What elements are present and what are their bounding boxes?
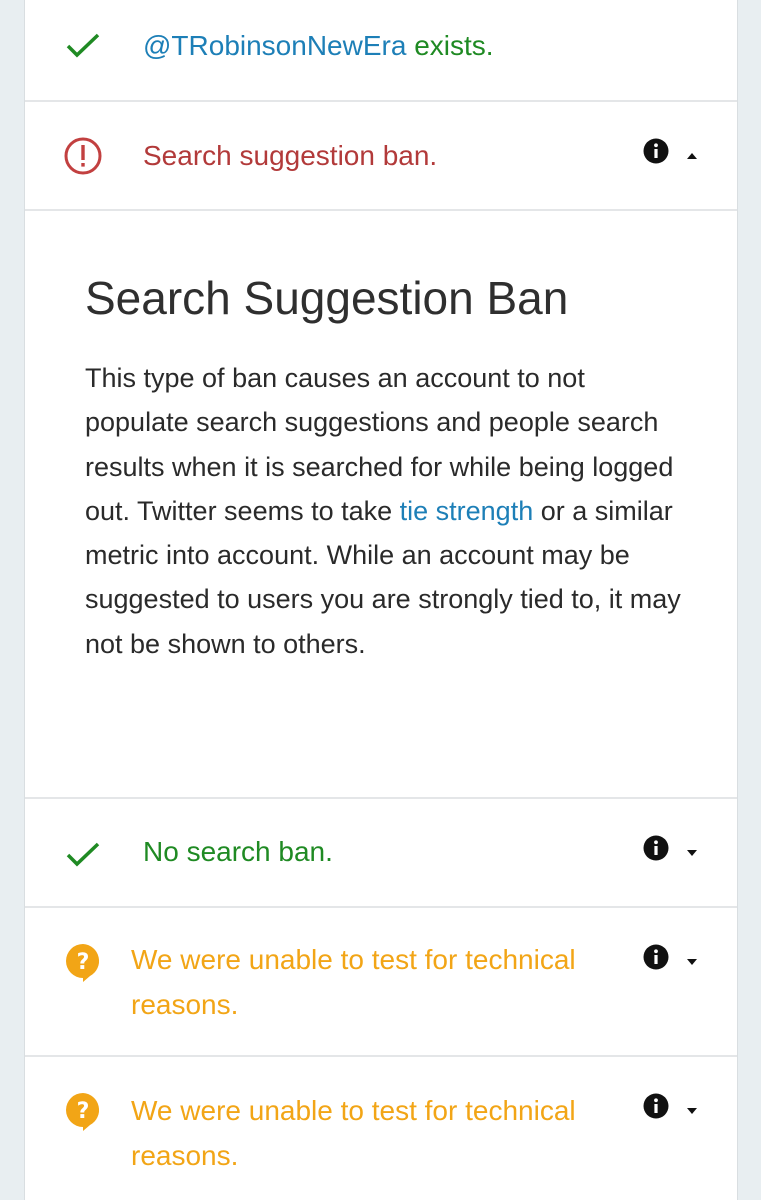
exclamation-circle-icon [63, 136, 103, 176]
info-icon[interactable] [643, 835, 669, 861]
unable-test-line-1: We were unable to test for technical [131, 944, 576, 975]
svg-text:?: ? [77, 1099, 90, 1124]
unable-test-line-2: reasons. [131, 1140, 239, 1171]
results-card: @TRobinsonNewEra exists. Search suggesti… [24, 0, 738, 1200]
info-icon[interactable] [643, 1093, 669, 1119]
question-bubble-icon: ? [63, 942, 103, 982]
suggestion-ban-row[interactable]: Search suggestion ban. [25, 102, 737, 211]
unable-test-row[interactable]: ? We were unable to test for technical r… [25, 908, 737, 1057]
checkmark-icon [63, 835, 103, 875]
exists-text: @TRobinsonNewEra exists. [143, 23, 494, 68]
caret-down-icon[interactable] [686, 844, 698, 856]
suggestion-ban-text: Search suggestion ban. [143, 140, 438, 171]
tie-strength-link[interactable]: tie strength [400, 496, 534, 526]
exists-label: exists. [406, 30, 494, 61]
exists-row: @TRobinsonNewEra exists. [25, 0, 737, 102]
caret-down-icon[interactable] [686, 953, 698, 965]
handle-link[interactable]: @TRobinsonNewEra [143, 30, 406, 61]
no-search-ban-text: No search ban. [143, 836, 333, 867]
question-bubble-icon: ? [63, 1091, 103, 1131]
panel-body: This type of ban causes an account to no… [85, 356, 695, 666]
unable-test-row-2[interactable]: ? We were unable to test for technical r… [25, 1057, 737, 1200]
no-search-ban-row[interactable]: No search ban. [25, 799, 737, 908]
checkmark-icon [63, 26, 103, 66]
svg-text:?: ? [77, 950, 90, 975]
info-icon[interactable] [643, 944, 669, 970]
unable-test-text-2: We were unable to test for technical rea… [131, 1088, 631, 1178]
unable-test-line-1: We were unable to test for technical [131, 1095, 576, 1126]
caret-up-icon[interactable] [686, 147, 698, 159]
caret-down-icon[interactable] [686, 1102, 698, 1114]
unable-test-line-2: reasons. [131, 989, 239, 1020]
info-icon[interactable] [643, 138, 669, 164]
unable-test-text: We were unable to test for technical rea… [131, 937, 631, 1027]
panel-title: Search Suggestion Ban [85, 272, 569, 324]
